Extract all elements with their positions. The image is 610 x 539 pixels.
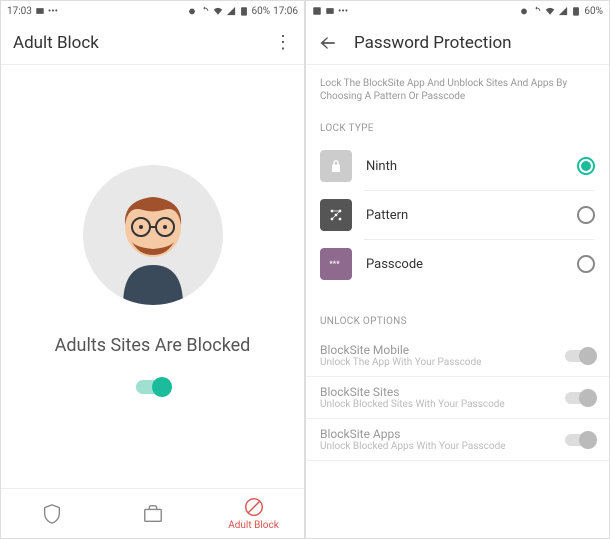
shield-icon — [41, 503, 63, 525]
unlock-title: BlockSite Mobile — [320, 343, 565, 357]
toggle-switch[interactable] — [565, 350, 595, 362]
battery-percent: 60% — [584, 6, 603, 17]
battery-icon — [571, 6, 581, 16]
more-icon: ••• — [48, 6, 58, 17]
unlock-subtitle: Unlock The App With Your Passcode — [320, 357, 565, 368]
page-title: Adult Block — [13, 33, 99, 53]
passcode-icon: *** — [320, 248, 352, 280]
nav-label-adult: Adult Block — [228, 520, 279, 531]
unlock-subtitle: Unlock Blocked Apps With Your Passcode — [320, 441, 565, 452]
back-button[interactable] — [318, 33, 338, 53]
status-bar: ••• 60% — [306, 1, 609, 21]
unlock-subtitle: Unlock Blocked Sites With Your Passcode — [320, 399, 565, 410]
phone-right: ••• 60% Password Protection Lock The Blo… — [305, 0, 610, 539]
radio-button[interactable] — [577, 206, 595, 224]
battery-icon — [239, 6, 249, 16]
lock-label: Pattern — [366, 208, 577, 223]
main-content: Lock The BlockSite App And Unblock Sites… — [306, 65, 609, 538]
section-lock-type: LOCK TYPE — [306, 115, 609, 142]
lock-type-pattern[interactable]: Pattern — [306, 191, 609, 239]
wifi-icon — [545, 6, 555, 16]
nav-item-shield[interactable] — [1, 489, 102, 538]
radio-button[interactable] — [577, 255, 595, 273]
nav-item-work[interactable] — [102, 489, 203, 538]
lock-label: Ninth — [366, 159, 577, 174]
toggle-switch[interactable] — [565, 434, 595, 446]
sync-icon — [532, 6, 542, 16]
unlock-title: BlockSite Apps — [320, 427, 565, 441]
unlock-title: BlockSite Sites — [320, 385, 565, 399]
pattern-icon — [320, 199, 352, 231]
alarm-icon — [519, 6, 529, 16]
image-icon — [312, 6, 322, 16]
battery-percent: 60% — [252, 6, 271, 17]
status-time2: 17:06 — [273, 6, 298, 17]
status-time: 17:03 — [7, 6, 32, 17]
briefcase-icon — [142, 503, 164, 525]
message-icon — [35, 6, 45, 16]
alarm-icon — [187, 6, 197, 16]
message-icon — [325, 6, 335, 16]
bottom-nav: Adult Block — [1, 488, 304, 538]
header: Adult Block ⋮ — [1, 21, 304, 65]
header: Password Protection — [306, 21, 609, 65]
nav-item-adult-block[interactable]: Adult Block — [203, 489, 304, 538]
phone-left: 17:03 ••• 60% 17:06 Adult Block ⋮ — [0, 0, 305, 539]
unlock-option-mobile[interactable]: BlockSite Mobile Unlock The App With You… — [306, 335, 609, 377]
avatar — [83, 165, 223, 305]
svg-text:***: *** — [329, 260, 340, 269]
radio-button[interactable] — [577, 157, 595, 175]
wifi-icon — [213, 6, 223, 16]
lock-label: Passcode — [366, 257, 577, 272]
status-bar: 17:03 ••• 60% 17:06 — [1, 1, 304, 21]
toggle-switch[interactable] — [565, 392, 595, 404]
block-toggle[interactable] — [136, 380, 170, 394]
lock-icon — [320, 150, 352, 182]
section-unlock-options: UNLOCK OPTIONS — [306, 308, 609, 335]
signal-icon — [226, 6, 236, 16]
lock-type-passcode[interactable]: *** Passcode — [306, 240, 609, 288]
more-icon: ••• — [338, 6, 348, 17]
main-content: Adults Sites Are Blocked — [1, 65, 304, 488]
block-icon — [243, 496, 265, 518]
description: Lock The BlockSite App And Unblock Sites… — [306, 65, 609, 115]
signal-icon — [558, 6, 568, 16]
unlock-option-sites[interactable]: BlockSite Sites Unlock Blocked Sites Wit… — [306, 377, 609, 419]
lock-type-ninth[interactable]: Ninth — [306, 142, 609, 190]
sync-icon — [200, 6, 210, 16]
unlock-option-apps[interactable]: BlockSite Apps Unlock Blocked Apps With … — [306, 419, 609, 461]
blocked-message: Adults Sites Are Blocked — [55, 335, 251, 356]
page-title: Password Protection — [354, 33, 512, 53]
menu-dots-icon[interactable]: ⋮ — [274, 32, 292, 53]
